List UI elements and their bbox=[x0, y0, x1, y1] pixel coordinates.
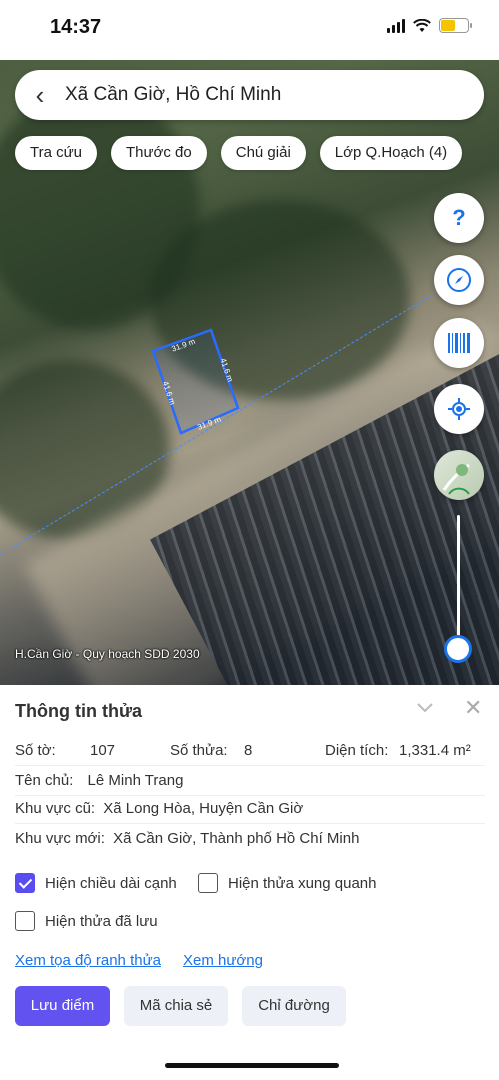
my-location-button[interactable] bbox=[434, 384, 484, 434]
zoom-slider-handle[interactable] bbox=[444, 635, 472, 663]
edge-length-label: Hiện chiều dài cạnh bbox=[45, 874, 177, 892]
zoom-slider-track[interactable] bbox=[457, 515, 460, 640]
toolbar-chips: Tra cứu Thước đo Chú giải Lớp Q.Hoạch (4… bbox=[15, 136, 463, 170]
map-layer-button[interactable] bbox=[434, 450, 484, 500]
map-thumbnail-icon bbox=[442, 463, 470, 495]
so-thua-value: 8 bbox=[244, 742, 253, 759]
divider bbox=[15, 795, 485, 796]
sheet-title: Thông tin thửa bbox=[15, 701, 143, 721]
saved-label: Hiện thửa đã lưu bbox=[45, 912, 158, 930]
surrounding-label: Hiện thửa xung quanh bbox=[228, 874, 377, 892]
divider bbox=[15, 823, 485, 824]
help-icon: ? bbox=[452, 205, 466, 230]
edge-length-checkbox[interactable] bbox=[15, 873, 35, 893]
old-area-row: Khu vực cũ: Xã Long Hòa, Huyện Cần Giờ bbox=[15, 800, 303, 817]
signal-icon bbox=[387, 18, 405, 33]
search-bar[interactable]: ‹ Xã Cần Giờ, Hồ Chí Minh bbox=[15, 70, 484, 120]
save-point-button[interactable]: Lưu điểm bbox=[15, 986, 110, 1026]
surrounding-option[interactable]: Hiện thửa xung quanh bbox=[198, 873, 376, 893]
status-time: 14:37 bbox=[50, 16, 102, 38]
status-icons bbox=[387, 18, 472, 33]
divider bbox=[15, 765, 485, 766]
compass-button[interactable] bbox=[434, 255, 484, 305]
chevron-down-icon[interactable] bbox=[415, 697, 435, 717]
dien-tich-value: 1,331.4 m² bbox=[399, 742, 471, 759]
view-direction-link[interactable]: Xem hướng bbox=[183, 952, 263, 969]
chip-legend[interactable]: Chú giải bbox=[220, 136, 306, 170]
new-area-label: Khu vực mới: bbox=[15, 830, 105, 847]
search-location-title[interactable]: Xã Cần Giờ, Hồ Chí Minh bbox=[65, 84, 281, 106]
old-area-label: Khu vực cũ: bbox=[15, 800, 96, 817]
new-area-value: Xã Cần Giờ, Thành phố Hồ Chí Minh bbox=[113, 830, 360, 847]
chip-ruler[interactable]: Thước đo bbox=[111, 136, 207, 170]
new-area-row: Khu vực mới: Xã Cần Giờ, Thành phố Hồ Ch… bbox=[15, 830, 359, 847]
barcode-icon bbox=[448, 333, 470, 353]
plan-layer-label: H.Cần Giờ - Quy hoạch SDD 2030 bbox=[15, 647, 200, 661]
barcode-button[interactable] bbox=[434, 318, 484, 368]
surrounding-checkbox[interactable] bbox=[198, 873, 218, 893]
wifi-icon bbox=[413, 18, 431, 32]
saved-checkbox[interactable] bbox=[15, 911, 35, 931]
parcel-numbers-row: Số tờ: 107 Số thửa: 8 Diện tích: 1,331.4… bbox=[15, 742, 485, 766]
dien-tich-label: Diện tích: bbox=[325, 742, 389, 759]
battery-icon bbox=[439, 18, 472, 33]
old-area-value: Xã Long Hòa, Huyện Cần Giờ bbox=[103, 800, 304, 817]
so-thua-label: Số thửa: bbox=[170, 742, 228, 759]
parcel-info-sheet: Thông tin thửa ✕ Số tờ: 107 Số thửa: 8 D… bbox=[0, 685, 499, 1080]
back-icon[interactable]: ‹ bbox=[15, 70, 65, 120]
chip-lookup[interactable]: Tra cứu bbox=[15, 136, 97, 170]
locate-icon bbox=[448, 398, 470, 420]
owner-row: Tên chủ: Lê Minh Trang bbox=[15, 772, 183, 789]
close-icon[interactable]: ✕ bbox=[464, 695, 482, 721]
so-to-value: 107 bbox=[90, 742, 116, 759]
share-code-button[interactable]: Mã chia sẻ bbox=[124, 986, 228, 1026]
status-bar: 14:37 bbox=[0, 0, 499, 56]
chip-planning-layer[interactable]: Lớp Q.Hoạch (4) bbox=[319, 136, 463, 170]
saved-option[interactable]: Hiện thửa đã lưu bbox=[15, 911, 158, 931]
home-indicator[interactable] bbox=[165, 1063, 339, 1068]
edge-length-option[interactable]: Hiện chiều dài cạnh bbox=[15, 873, 177, 893]
so-to-label: Số tờ: bbox=[15, 742, 56, 759]
directions-button[interactable]: Chỉ đường bbox=[242, 986, 346, 1026]
compass-icon bbox=[447, 268, 471, 292]
owner-value: Lê Minh Trang bbox=[87, 772, 184, 789]
view-coords-link[interactable]: Xem tọa độ ranh thửa bbox=[15, 952, 161, 969]
owner-label: Tên chủ: bbox=[15, 772, 74, 789]
help-button[interactable]: ? bbox=[434, 193, 484, 243]
